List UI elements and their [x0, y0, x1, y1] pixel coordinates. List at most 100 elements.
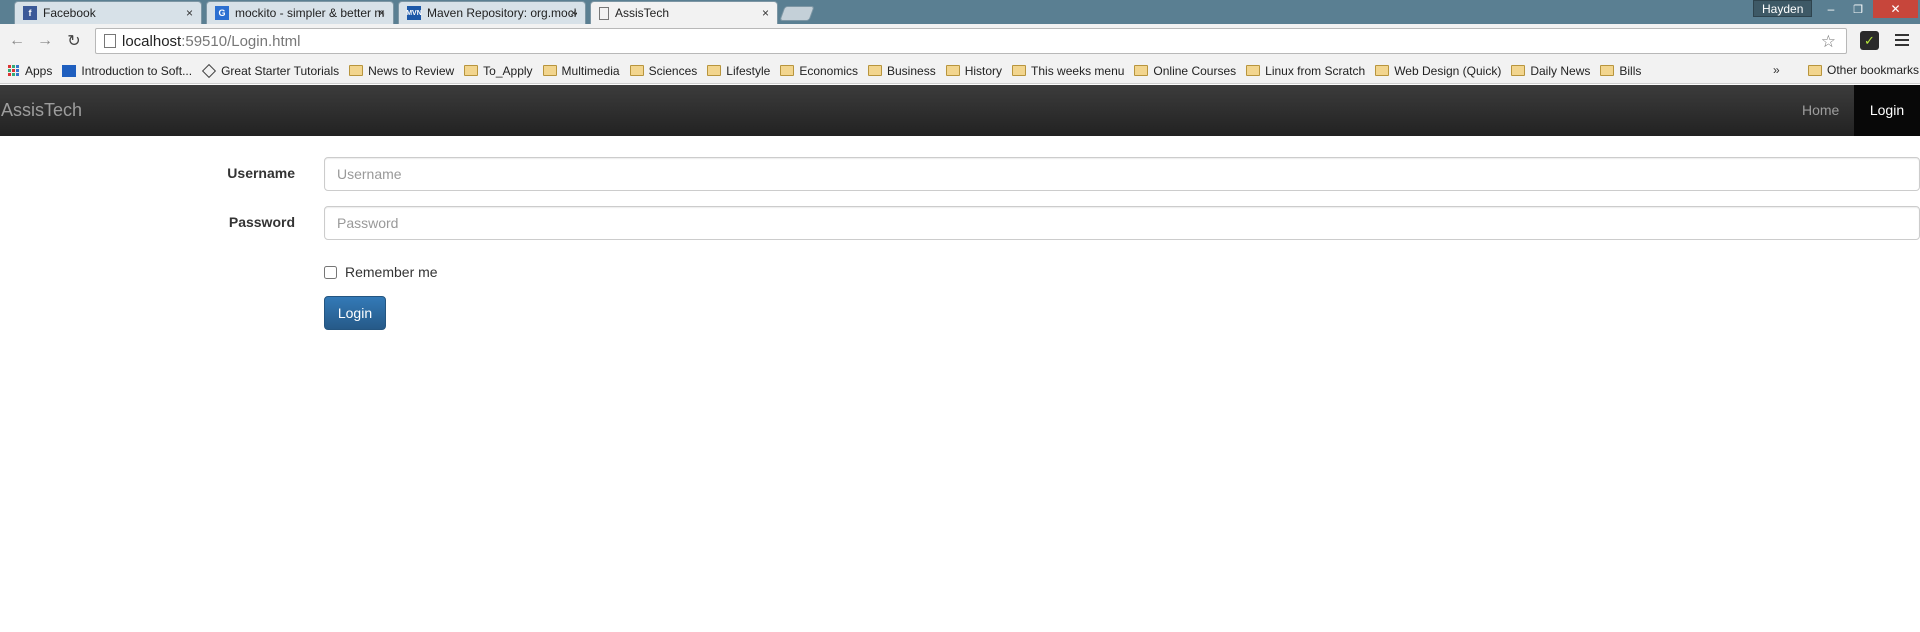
tab-title: AssisTech [615, 6, 670, 20]
site-brand[interactable]: AssisTech [1, 100, 82, 121]
tab-mockito[interactable]: G mockito - simpler & better mocking × [206, 1, 394, 24]
url-path: :59510/Login.html [181, 32, 301, 50]
browser-toolbar: ← → ↻ localhost:59510/Login.html ☆ ✓ [0, 24, 1920, 58]
bookmark-great-starter-tutorials[interactable]: Great Starter Tutorials [202, 63, 340, 78]
password-input[interactable] [324, 206, 1920, 240]
bookmark-folder-news-to-review[interactable]: News to Review [349, 64, 454, 78]
folder-icon [707, 65, 722, 76]
folder-icon [629, 65, 644, 76]
folder-icon [1246, 65, 1261, 76]
bookmark-label: Daily News [1530, 63, 1591, 78]
bookmark-label: Multimedia [561, 63, 620, 78]
password-label: Password [228, 214, 295, 230]
bookmark-apps[interactable]: Apps [8, 64, 52, 78]
bookmark-label: Great Starter Tutorials [221, 63, 340, 78]
nav-home-link[interactable]: Home [1802, 85, 1839, 136]
window-close-icon[interactable]: ✕ [1873, 0, 1918, 18]
tab-title: mockito - simpler & better mocking [235, 6, 385, 20]
bookmark-folder-this-weeks-menu[interactable]: This weeks menu [1012, 64, 1124, 78]
bookmark-label: News to Review [368, 63, 455, 78]
new-tab-button[interactable] [779, 6, 815, 21]
bookmark-folder-other-bookmarks[interactable]: Other bookmarks [1808, 63, 1919, 77]
bookmark-label: Business [887, 63, 936, 78]
url-host: localhost [122, 32, 182, 50]
bookmark-folder-daily-news[interactable]: Daily News [1511, 64, 1590, 78]
folder-icon [1511, 65, 1526, 76]
folder-icon [945, 65, 960, 76]
bookmark-folder-online-courses[interactable]: Online Courses [1134, 64, 1236, 78]
bookmark-folder-economics[interactable]: Economics [780, 64, 858, 78]
mvn-icon: MVN [406, 6, 422, 20]
folder-icon [780, 65, 795, 76]
remember-me-label: Remember me [345, 264, 438, 280]
bookmark-folder-linux-from-scratch[interactable]: Linux from Scratch [1246, 64, 1365, 78]
chrome-menu-icon[interactable] [1894, 32, 1910, 48]
close-icon[interactable]: × [378, 6, 385, 20]
page-icon [104, 34, 116, 48]
bookmark-star-icon[interactable]: ☆ [1821, 32, 1836, 52]
close-icon[interactable]: × [186, 6, 193, 20]
bookmark-folder-to-apply[interactable]: To_Apply [464, 63, 533, 78]
bookmark-label: Web Design (Quick) [1394, 63, 1502, 78]
tab-maven[interactable]: MVN Maven Repository: org.mockito × [398, 1, 586, 24]
restore-icon[interactable]: ❐ [1843, 0, 1873, 18]
bookmark-intro-software[interactable]: Introduction to Soft... [62, 64, 192, 78]
forward-icon[interactable]: → [34, 30, 56, 52]
folder-icon [1134, 65, 1149, 76]
bookmark-label: Online Courses [1153, 63, 1237, 78]
profile-button[interactable]: Hayden [1753, 0, 1813, 17]
bookmark-folder-lifestyle[interactable]: Lifestyle [707, 64, 770, 78]
folder-icon [1012, 65, 1027, 76]
address-url[interactable]: localhost:59510/Login.html [122, 33, 300, 50]
remember-me-checkbox[interactable] [324, 265, 337, 279]
bookmark-label: Apps [25, 63, 53, 78]
folder-icon [1375, 65, 1390, 76]
bookmark-folder-sciences[interactable]: Sciences [629, 63, 698, 78]
bookmark-label: Introduction to Soft... [81, 63, 193, 78]
bookmark-folder-history[interactable]: History [945, 63, 1003, 78]
folder-icon [464, 65, 479, 76]
bookmark-label: Economics [799, 63, 858, 78]
bookmark-folder-bills[interactable]: Bills [1600, 64, 1641, 78]
login-button[interactable]: Login [324, 296, 386, 330]
bookmark-label: This weeks menu [1031, 63, 1125, 78]
minimize-icon[interactable]: – [1816, 0, 1846, 18]
bookmark-label: Bills [1619, 63, 1642, 78]
site-navbar: AssisTech Home Login [0, 85, 1920, 136]
bookmark-folder-business[interactable]: Business [868, 64, 936, 78]
tab-facebook[interactable]: f Facebook × [14, 1, 202, 24]
bookmark-site-icon [62, 64, 77, 77]
page-icon [599, 6, 609, 20]
bookmarks-overflow-icon[interactable]: » [1773, 63, 1780, 77]
close-icon[interactable]: × [570, 6, 577, 20]
apps-icon [8, 64, 20, 77]
bookmark-label: Other bookmarks [1827, 63, 1920, 77]
close-icon[interactable]: × [762, 6, 769, 20]
extension-icon[interactable]: ✓ [1860, 31, 1879, 50]
folder-icon [1600, 65, 1615, 76]
tab-title: Maven Repository: org.mockito [427, 6, 577, 20]
remember-me-row[interactable]: Remember me [324, 264, 438, 280]
bookmark-folder-web-design[interactable]: Web Design (Quick) [1375, 64, 1501, 78]
folder-icon [349, 65, 364, 76]
tab-title: Facebook [43, 6, 96, 20]
tab-assistech[interactable]: AssisTech × [590, 1, 778, 24]
bookmark-label: History [964, 63, 1003, 78]
tab-strip: f Facebook × G mockito - simpler & bette… [0, 0, 1920, 24]
bookmark-folder-multimedia[interactable]: Multimedia [542, 63, 620, 78]
back-icon[interactable]: ← [6, 30, 28, 52]
bookmark-label: Lifestyle [726, 63, 771, 78]
bookmark-label: Linux from Scratch [1265, 63, 1366, 78]
reload-icon[interactable]: ↻ [63, 30, 85, 52]
folder-icon [542, 65, 557, 76]
username-label: Username [227, 165, 295, 181]
folder-icon [868, 65, 882, 76]
address-bar[interactable]: localhost:59510/Login.html ☆ [95, 28, 1847, 54]
facebook-icon: f [23, 6, 37, 20]
bookmark-label: Sciences [648, 63, 698, 78]
username-input[interactable] [324, 157, 1920, 191]
nav-login-link[interactable]: Login [1854, 85, 1920, 136]
bookmarks-bar: Apps Introduction to Soft... Great Start… [0, 58, 1920, 84]
bookmark-label: To_Apply [483, 63, 533, 78]
folder-icon [1808, 64, 1822, 76]
